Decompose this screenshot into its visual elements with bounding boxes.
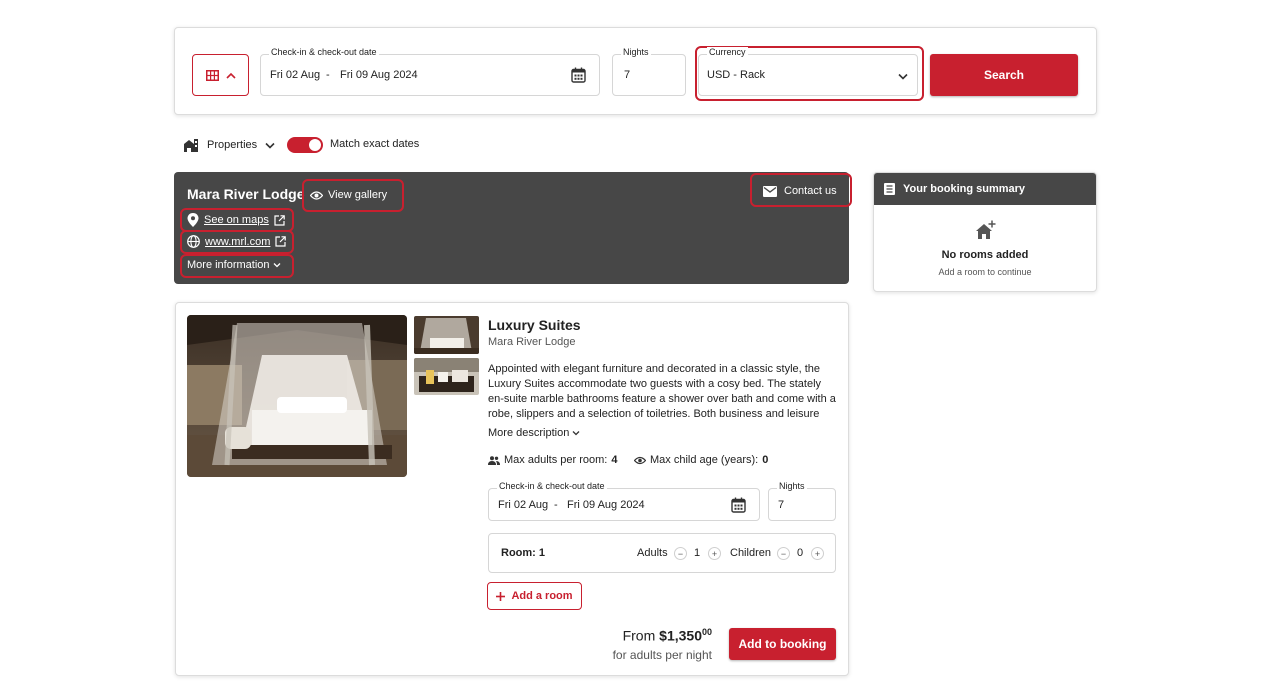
currency-label: Currency — [707, 47, 748, 57]
calendar-icon[interactable] — [571, 67, 586, 83]
nights-field[interactable]: Nights 7 — [612, 47, 686, 96]
chevron-up-icon — [225, 72, 236, 79]
checkin-date: Fri 02 Aug — [270, 69, 321, 81]
adults-count: 1 — [694, 547, 701, 559]
chevron-down-icon — [572, 431, 580, 436]
mail-icon — [763, 185, 777, 197]
website-label: www.mrl.com — [205, 235, 271, 248]
grid-icon — [205, 69, 219, 81]
checkout-date: Fri 09 Aug 2024 — [340, 69, 418, 81]
view-gallery-label: View gallery — [328, 189, 388, 201]
see-on-maps-link[interactable]: See on maps — [187, 213, 285, 227]
more-description-toggle[interactable]: More description — [488, 427, 580, 439]
currency-value: USD - Rack — [707, 69, 766, 81]
max-child-age-info: Max child age (years): 0 — [634, 454, 768, 466]
chevron-down-icon[interactable] — [265, 142, 275, 149]
location-pin-icon — [187, 213, 199, 227]
add-room-label: Add a room — [511, 590, 573, 602]
adults-increment-button[interactable]: + — [708, 547, 721, 560]
adults-label: Adults — [637, 547, 668, 559]
room-date-range-label: Check-in & check-out date — [497, 481, 607, 491]
room-thumbnail[interactable] — [414, 358, 479, 395]
calendar-icon[interactable] — [731, 497, 746, 513]
children-increment-button[interactable]: + — [811, 547, 824, 560]
max-adults-label: Max adults per room: — [504, 454, 608, 466]
thumbnail-image — [414, 316, 479, 354]
add-to-booking-button[interactable]: Add to booking — [729, 628, 836, 660]
more-information-toggle[interactable]: More information — [187, 259, 281, 271]
booking-summary-header: Your booking summary — [874, 173, 1096, 205]
nights-value: 7 — [624, 69, 631, 81]
price-cents: 00 — [701, 627, 712, 637]
eye-icon — [634, 456, 646, 464]
more-information-label: More information — [187, 259, 270, 271]
plus-icon — [496, 591, 506, 601]
properties-filter-label[interactable]: Properties — [207, 139, 257, 151]
website-link[interactable]: www.mrl.com — [187, 235, 287, 248]
view-toggle-button[interactable] — [192, 54, 249, 96]
date-range-field[interactable]: Check-in & check-out date Fri 02 Aug - F… — [260, 47, 600, 96]
room-description: Appointed with elegant furniture and dec… — [488, 363, 836, 420]
eye-icon — [310, 190, 323, 200]
max-adults-value: 4 — [611, 454, 618, 466]
children-decrement-button[interactable]: − — [777, 547, 790, 560]
max-child-age-value: 0 — [762, 454, 769, 466]
people-icon — [488, 455, 500, 465]
children-label: Children — [730, 547, 771, 559]
room-main-photo[interactable] — [187, 315, 407, 477]
match-exact-dates-toggle[interactable] — [287, 137, 323, 153]
adults-decrement-button[interactable]: − — [674, 547, 687, 560]
room-checkout-date: Fri 09 Aug 2024 — [567, 499, 645, 511]
price-note: for adults per night — [612, 648, 712, 662]
max-child-age-label: Max child age (years): — [650, 454, 759, 466]
currency-select[interactable]: Currency USD - Rack — [698, 47, 918, 96]
room-date-range-field[interactable]: Check-in & check-out date Fri 02 Aug - F… — [488, 481, 760, 521]
thumbnail-image — [414, 358, 479, 395]
max-adults-info: Max adults per room: 4 — [488, 454, 617, 466]
price-amount: $1,350 — [659, 627, 702, 644]
room-thumbnail[interactable] — [414, 316, 479, 354]
contact-us-label: Contact us — [784, 185, 837, 197]
room-checkin-date: Fri 02 Aug — [498, 499, 549, 511]
properties-icon — [184, 139, 198, 152]
add-home-icon — [976, 220, 996, 239]
room-occupancy-row: Room: 1 Adults − 1 + Children − 0 + — [488, 533, 836, 573]
room-date-separator: - — [554, 499, 558, 511]
contact-us-button[interactable]: Contact us — [763, 185, 837, 197]
room-nights-value: 7 — [778, 499, 785, 511]
more-description-label: More description — [488, 427, 570, 439]
receipt-icon — [884, 183, 895, 195]
room-nights-field[interactable]: Nights 7 — [768, 481, 836, 521]
room-number-label: Room: 1 — [501, 547, 545, 559]
see-on-maps-label: See on maps — [204, 214, 269, 226]
room-property-name: Mara River Lodge — [488, 336, 576, 348]
property-name: Mara River Lodge — [187, 186, 305, 202]
match-exact-dates-label: Match exact dates — [330, 138, 420, 150]
room-nights-label: Nights — [777, 481, 807, 491]
no-rooms-title: No rooms added — [941, 249, 1029, 261]
date-range-label: Check-in & check-out date — [269, 47, 379, 57]
external-link-icon — [274, 214, 285, 226]
chevron-down-icon — [273, 263, 281, 268]
globe-icon — [187, 235, 200, 248]
room-price: From $1,35000 — [560, 627, 712, 644]
view-gallery-link[interactable]: View gallery — [310, 189, 387, 201]
search-button[interactable]: Search — [930, 54, 1078, 96]
external-link-icon — [275, 236, 287, 247]
date-separator: - — [326, 69, 330, 81]
nights-label: Nights — [621, 47, 651, 57]
children-count: 0 — [797, 547, 804, 559]
no-rooms-subtitle: Add a room to continue — [938, 267, 1032, 277]
room-title: Luxury Suites — [488, 317, 581, 333]
room-photo-image — [187, 315, 407, 477]
chevron-down-icon — [898, 73, 908, 80]
price-from-label: From — [622, 627, 656, 644]
toggle-knob — [309, 139, 321, 151]
booking-summary-title: Your booking summary — [903, 183, 1026, 195]
add-room-button[interactable]: Add a room — [487, 582, 582, 610]
